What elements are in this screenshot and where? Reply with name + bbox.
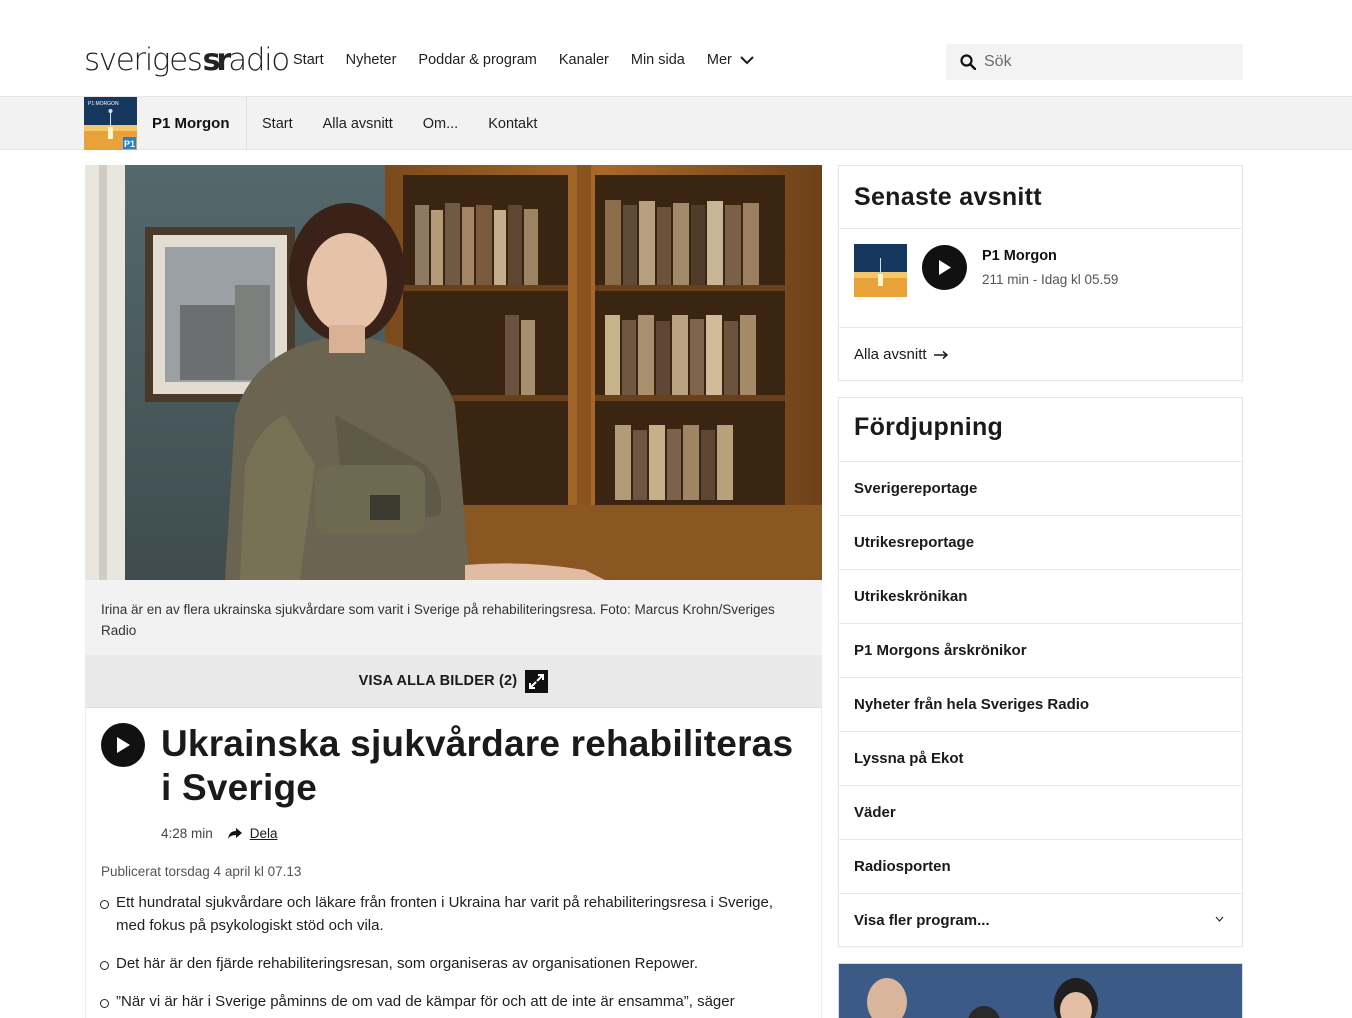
program-nav-om[interactable]: Om... xyxy=(423,116,458,132)
article-image[interactable] xyxy=(85,165,822,580)
show-all-images-label: VISA ALLA BILDER (2) xyxy=(358,673,518,689)
deep-dive-card: Fördjupning Sverigereportage Utrikesrepo… xyxy=(838,397,1243,947)
deep-dive-item-radiosporten[interactable]: Radiosporten xyxy=(839,839,1242,893)
deep-dive-item-nyheter[interactable]: Nyheter från hela Sveriges Radio xyxy=(839,677,1242,731)
published-date: Publicerat torsdag 4 april kl 07.13 xyxy=(101,864,302,879)
divider xyxy=(246,97,247,150)
play-icon xyxy=(117,737,130,753)
program-thumbnail[interactable]: P1 MORGON P1 xyxy=(84,97,137,150)
deep-dive-item-ekot[interactable]: Lyssna på Ekot xyxy=(839,731,1242,785)
show-all-images-button[interactable]: VISA ALLA BILDER (2) xyxy=(85,655,822,708)
deep-dive-item-sverigereportage[interactable]: Sverigereportage xyxy=(839,461,1242,515)
divider xyxy=(839,228,1242,229)
list-item: Ett hundratal sjukvårdare och läkare frå… xyxy=(100,891,800,937)
nav-poddar-program[interactable]: Poddar & program xyxy=(418,52,536,68)
arrow-right-icon xyxy=(933,350,948,359)
program-title[interactable]: P1 Morgon xyxy=(152,115,230,132)
nav-kanaler[interactable]: Kanaler xyxy=(559,52,609,68)
show-more-programs-label: Visa fler program... xyxy=(854,912,990,929)
episode-meta: 211 min - Idag kl 05.59 xyxy=(982,272,1119,287)
logo-mark: sr xyxy=(202,42,232,78)
all-episodes-link[interactable]: Alla avsnitt xyxy=(854,346,949,363)
divider xyxy=(839,327,1242,328)
list-item: Det här är den fjärde rehabiliteringsres… xyxy=(100,952,800,975)
play-episode-button[interactable] xyxy=(922,245,967,290)
search-box[interactable] xyxy=(946,44,1243,80)
search-icon xyxy=(960,54,976,70)
program-nav-alla-avsnitt[interactable]: Alla avsnitt xyxy=(323,116,393,132)
program-nav-start[interactable]: Start xyxy=(262,116,293,132)
episode-name[interactable]: P1 Morgon xyxy=(982,248,1057,264)
nav-mer-label: Mer xyxy=(706,52,732,68)
site-header: sveriges sr adio Start Nyheter Poddar & pr… xyxy=(0,0,1352,96)
search-input[interactable] xyxy=(984,53,1214,71)
latest-episode-title: Senaste avsnitt xyxy=(854,183,1042,211)
article-summary-list: Ett hundratal sjukvårdare och läkare frå… xyxy=(100,891,800,1018)
program-nav: Start Alla avsnitt Om... Kontakt xyxy=(262,116,567,132)
promo-banner[interactable] xyxy=(838,963,1243,1018)
play-icon xyxy=(939,260,951,275)
deep-dive-item-vader[interactable]: Väder xyxy=(839,785,1242,839)
deep-dive-item-utrikeskronikan[interactable]: Utrikeskrönikan xyxy=(839,569,1242,623)
program-nav-kontakt[interactable]: Kontakt xyxy=(488,116,537,132)
all-episodes-label: Alla avsnitt xyxy=(854,346,927,363)
expand-icon xyxy=(525,669,549,693)
main-nav: Start Nyheter Poddar & program Kanaler M… xyxy=(293,52,776,68)
share-label: Dela xyxy=(249,826,278,841)
program-bar: P1 MORGON P1 P1 Morgon Start Alla avsnit… xyxy=(0,96,1352,150)
share-icon xyxy=(227,828,242,839)
deep-dive-list: Sverigereportage Utrikesreportage Utrike… xyxy=(839,461,1242,947)
deep-dive-title: Fördjupning xyxy=(854,413,1004,441)
sveriges-radio-logo[interactable]: sveriges sr adio xyxy=(84,40,290,80)
nav-nyheter[interactable]: Nyheter xyxy=(346,52,397,68)
thumb-label: P1 MORGON xyxy=(88,101,119,107)
chevron-down-icon xyxy=(1215,916,1224,922)
article-duration: 4:28 min xyxy=(161,826,213,841)
logo-text-left: sveriges xyxy=(84,42,203,78)
logo-text-right: adio xyxy=(228,42,290,78)
play-article-button[interactable] xyxy=(101,723,145,767)
latest-episode-card: Senaste avsnitt P1 Morgon 211 min - Idag… xyxy=(838,165,1243,381)
image-caption: Irina är en av flera ukrainska sjukvårda… xyxy=(85,580,822,655)
article-meta: 4:28 min Dela xyxy=(161,826,278,841)
deep-dive-item-utrikesreportage[interactable]: Utrikesreportage xyxy=(839,515,1242,569)
show-more-programs-button[interactable]: Visa fler program... xyxy=(839,893,1242,947)
share-button[interactable]: Dela xyxy=(227,826,278,841)
nav-start[interactable]: Start xyxy=(293,52,324,68)
nav-min-sida[interactable]: Min sida xyxy=(631,52,685,68)
article-headline: Ukrainska sjukvårdare rehabiliteras i Sv… xyxy=(161,723,794,808)
list-item: ”När vi är här i Sverige påminns de om v… xyxy=(100,990,800,1013)
episode-thumbnail[interactable] xyxy=(854,244,907,297)
nav-mer[interactable]: Mer xyxy=(707,52,754,68)
chevron-down-icon xyxy=(740,56,754,65)
deep-dive-item-arskronikor[interactable]: P1 Morgons årskrönikor xyxy=(839,623,1242,677)
thumb-badge: P1 xyxy=(124,139,135,149)
